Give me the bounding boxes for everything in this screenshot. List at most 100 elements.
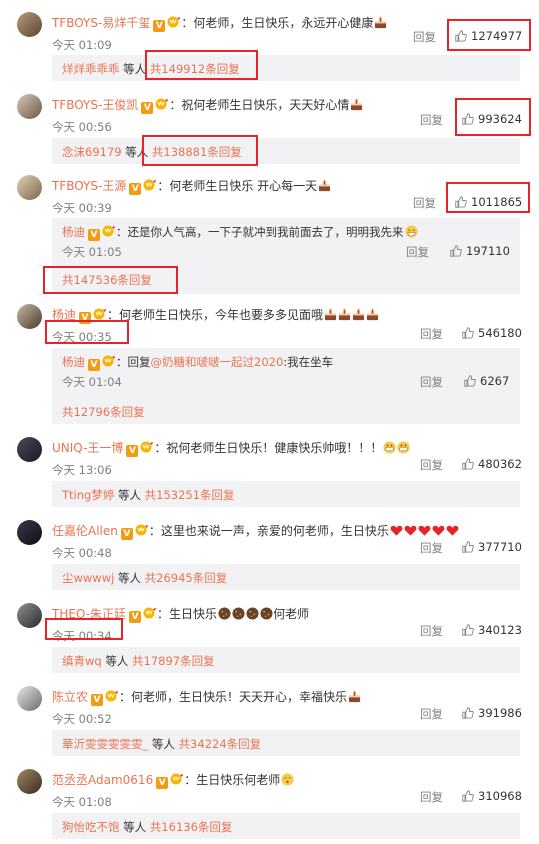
thumb-up-icon xyxy=(450,245,462,257)
verified-v-icon: V xyxy=(79,312,92,324)
avatar[interactable] xyxy=(17,520,42,545)
grin-emoji-icon xyxy=(383,441,396,454)
verified-v-icon: V xyxy=(153,20,166,32)
replies-summary[interactable]: 華沂雯雯雯雯雯_ 等人 共34224条回复 xyxy=(52,730,520,756)
reply-count-link[interactable]: 共16136条回复 xyxy=(150,820,233,834)
reply-user-link[interactable]: Tting梦婷 xyxy=(62,488,114,502)
reply-user-link[interactable]: 狗怡吃不饱 xyxy=(62,820,120,834)
vip-crown-icon xyxy=(143,179,157,191)
vip-crown-icon xyxy=(102,225,116,237)
verified-v-icon: V xyxy=(129,611,142,623)
like-button[interactable]: 391986 xyxy=(462,706,522,720)
cake-emoji-icon xyxy=(366,308,379,321)
mention-link[interactable]: @奶糖和啵啵一起过2020 xyxy=(151,355,284,369)
like-count: 480362 xyxy=(478,457,522,471)
avatar[interactable] xyxy=(17,12,42,37)
username-link[interactable]: THEO-朱正廷 xyxy=(52,607,126,621)
comment-text: ：祝何老师生日快乐，天天好心情 xyxy=(169,98,350,112)
vip-crown-icon xyxy=(102,355,116,367)
reply-button[interactable]: 回复 xyxy=(406,244,429,260)
avatar[interactable] xyxy=(17,304,42,329)
replies-summary[interactable]: 狗怡吃不饱 等人 共16136条回复 xyxy=(52,813,520,839)
avatar[interactable] xyxy=(17,437,42,462)
reply-button[interactable]: 回复 xyxy=(420,326,443,342)
vip-crown-icon xyxy=(167,16,181,28)
comment-text: ：生日快乐 xyxy=(157,607,218,621)
replies-label: 等人 xyxy=(119,62,150,76)
like-button[interactable]: 1274977 xyxy=(455,29,522,43)
heart-emoji-icon xyxy=(432,524,445,537)
like-count: 993624 xyxy=(478,112,522,126)
verified-v-icon: V xyxy=(88,359,100,371)
reply-count-link[interactable]: 共138881条回复 xyxy=(152,145,242,159)
like-button[interactable]: 197110 xyxy=(450,244,510,258)
reply-user-link[interactable]: 華沂雯雯雯雯雯_ xyxy=(62,737,148,751)
comment-time: 今天 00:52 xyxy=(52,712,112,726)
comment-text: ：何老师，生日快乐！天天开心，幸福快乐 xyxy=(119,690,348,704)
username-link[interactable]: TFBOYS-王源 xyxy=(52,179,126,193)
reply-user-link[interactable]: 烊烊乖乖乖 xyxy=(62,62,120,76)
nested-reply: 杨迪 V ：还是你人气高，一下子就冲到我前面去了，明明我先来 今天 01:05 回复… xyxy=(52,218,520,294)
reply-count-link[interactable]: 共26945条回复 xyxy=(145,571,228,585)
username-link[interactable]: UNIQ-王一博 xyxy=(52,441,123,455)
reply-time: 今天 01:04 xyxy=(62,375,122,389)
username-link[interactable]: TFBOYS-易烊千玺 xyxy=(52,16,150,30)
username-link[interactable]: TFBOYS-王俊凯 xyxy=(52,98,138,112)
like-button[interactable]: 377710 xyxy=(462,540,522,554)
comment-text: ：这里也来说一声，亲爱的何老师，生日快乐 xyxy=(148,524,389,538)
avatar[interactable] xyxy=(17,603,42,628)
reply-button[interactable]: 回复 xyxy=(413,195,436,211)
cake-emoji-icon xyxy=(350,98,363,111)
reply-user-link[interactable]: 尘wwwwj xyxy=(62,571,114,585)
like-button[interactable]: 340123 xyxy=(462,623,522,637)
username-link[interactable]: 范丞丞Adam0616 xyxy=(52,773,153,787)
reply-user-link[interactable]: 杨迪 xyxy=(62,225,85,239)
verified-v-icon: V xyxy=(141,102,154,114)
avatar[interactable] xyxy=(17,769,42,794)
like-button[interactable]: 6267 xyxy=(464,374,509,388)
reply-button[interactable]: 回复 xyxy=(420,706,443,722)
reply-text: :我在坐车 xyxy=(283,355,334,369)
avatar[interactable] xyxy=(17,686,42,711)
like-button[interactable]: 546180 xyxy=(462,326,522,340)
reply-text: ：还是你人气高，一下子就冲到我前面去了，明明我先来 xyxy=(116,225,404,239)
username-link[interactable]: 陈立农 xyxy=(52,690,88,704)
replies-summary[interactable]: 尘wwwwj 等人 共26945条回复 xyxy=(52,564,520,590)
reply-button[interactable]: 回复 xyxy=(420,540,443,556)
reply-button[interactable]: 回复 xyxy=(420,112,443,128)
replies-summary[interactable]: 烊烊乖乖乖 等人 共149912条回复 xyxy=(52,55,520,81)
like-button[interactable]: 310968 xyxy=(462,789,522,803)
grin-emoji-icon xyxy=(397,441,410,454)
replies-summary[interactable]: Tting梦婷 等人 共153251条回复 xyxy=(52,481,520,507)
vip-crown-icon xyxy=(143,607,157,619)
username-link[interactable]: 任嘉伦Allen xyxy=(52,524,118,538)
reply-user-link[interactable]: 缜青wq xyxy=(62,654,102,668)
avatar[interactable] xyxy=(17,175,42,200)
reply-count-link[interactable]: 共12796条回复 xyxy=(62,405,145,419)
avatar[interactable] xyxy=(17,94,42,119)
reply-count-link[interactable]: 共34224条回复 xyxy=(179,737,262,751)
reply-button[interactable]: 回复 xyxy=(420,789,443,805)
reply-count-link[interactable]: 共153251条回复 xyxy=(145,488,235,502)
replies-summary[interactable]: 念沫69179 等人 共138881条回复 xyxy=(52,138,520,164)
cake-emoji-icon xyxy=(348,690,361,703)
like-button[interactable]: 480362 xyxy=(462,457,522,471)
replies-summary[interactable]: 缜青wq 等人 共17897条回复 xyxy=(52,647,520,673)
like-button[interactable]: 1011865 xyxy=(455,195,522,209)
comment-text: ：生日快乐何老师 xyxy=(184,773,281,787)
reply-count-link[interactable]: 共149912条回复 xyxy=(150,62,240,76)
comment-item: THEO-朱正廷 V ：生日快乐 何老师 今天 00:34 回复 340123 缜青w… xyxy=(0,603,539,673)
comment-item: 陈立农 V ：何老师，生日快乐！天天开心，幸福快乐 今天 00:52 回复 3919… xyxy=(0,686,539,756)
username-link[interactable]: 杨迪 xyxy=(52,308,76,322)
reply-button[interactable]: 回复 xyxy=(413,29,436,45)
like-button[interactable]: 993624 xyxy=(462,112,522,126)
reply-count-link[interactable]: 共17897条回复 xyxy=(132,654,215,668)
replies-label: 等人 xyxy=(121,145,152,159)
reply-count-link[interactable]: 共147536条回复 xyxy=(62,273,152,287)
reply-button[interactable]: 回复 xyxy=(420,623,443,639)
vip-crown-icon xyxy=(140,441,154,453)
reply-user-link[interactable]: 杨迪 xyxy=(62,355,85,369)
reply-button[interactable]: 回复 xyxy=(420,374,443,390)
reply-user-link[interactable]: 念沫69179 xyxy=(62,145,122,159)
reply-button[interactable]: 回复 xyxy=(420,457,443,473)
